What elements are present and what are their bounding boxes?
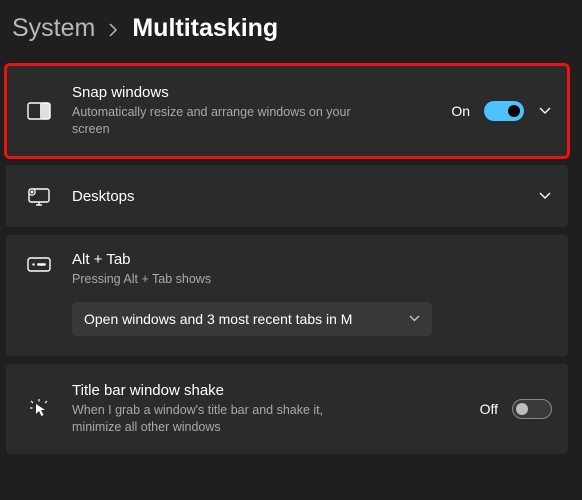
chevron-right-icon <box>109 23 118 37</box>
pointer-shake-icon <box>24 397 54 421</box>
card-body: Title bar window shake When I grab a win… <box>72 382 480 436</box>
snap-toggle[interactable] <box>484 101 524 121</box>
chevron-down-icon <box>409 315 420 322</box>
breadcrumb-parent[interactable]: System <box>12 14 95 43</box>
alt-tab-dropdown[interactable]: Open windows and 3 most recent tabs in M <box>72 302 432 336</box>
card-body: Snap windows Automatically resize and ar… <box>72 84 451 138</box>
desktops-title: Desktops <box>72 188 538 205</box>
breadcrumb-current: Multitasking <box>132 14 278 43</box>
chevron-down-icon[interactable] <box>538 104 552 118</box>
breadcrumb: System Multitasking <box>0 0 582 53</box>
snap-state-label: On <box>451 103 470 119</box>
toggle-knob <box>508 105 520 117</box>
dropdown-value: Open windows and 3 most recent tabs in M <box>84 311 352 327</box>
alt-tab-icon <box>24 257 54 272</box>
shake-toggle[interactable] <box>512 399 552 419</box>
settings-content: Snap windows Automatically resize and ar… <box>0 53 582 454</box>
desktops-section[interactable]: Desktops <box>6 165 568 227</box>
toggle-knob <box>516 403 528 415</box>
desktops-icon <box>24 185 54 207</box>
shake-desc: When I grab a window's title bar and sha… <box>72 402 352 436</box>
shake-state-label: Off <box>480 401 498 417</box>
title-bar-shake-section: Title bar window shake When I grab a win… <box>6 364 568 454</box>
snap-windows-section[interactable]: Snap windows Automatically resize and ar… <box>6 65 568 157</box>
card-controls <box>538 189 552 203</box>
alt-tab-desc: Pressing Alt + Tab shows <box>72 271 352 288</box>
alt-tab-title: Alt + Tab <box>72 251 550 268</box>
card-controls: Off <box>480 399 552 419</box>
snap-windows-title: Snap windows <box>72 84 451 101</box>
alt-tab-section: Alt + Tab Pressing Alt + Tab shows Open … <box>6 235 568 356</box>
snap-windows-desc: Automatically resize and arrange windows… <box>72 104 352 138</box>
shake-title: Title bar window shake <box>72 382 480 399</box>
chevron-down-icon[interactable] <box>538 189 552 203</box>
card-controls: On <box>451 101 552 121</box>
snap-windows-icon <box>24 102 54 120</box>
card-body: Alt + Tab Pressing Alt + Tab shows <box>72 251 550 288</box>
card-body: Desktops <box>72 188 538 205</box>
